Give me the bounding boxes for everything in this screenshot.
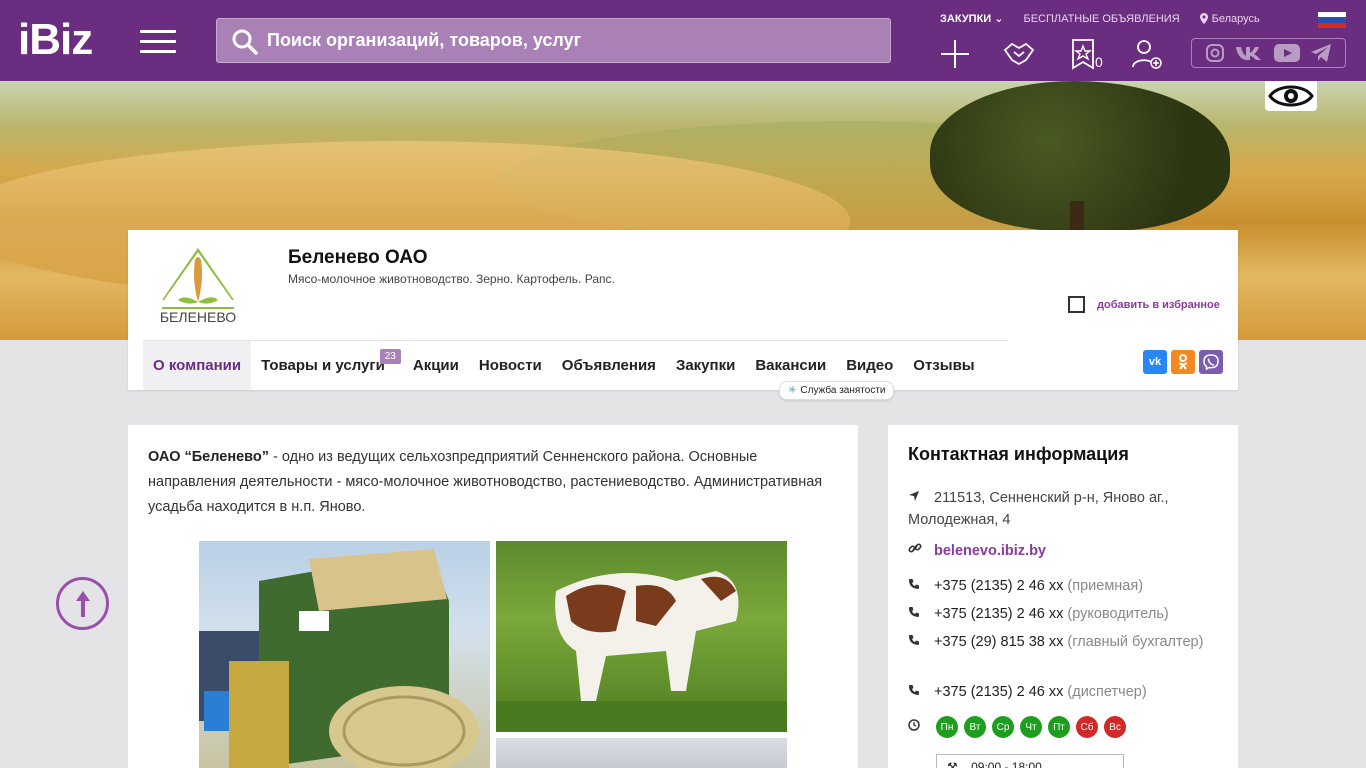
free-ads-link[interactable]: БЕСПЛАТНЫЕ ОБЪЯВЛЕНИЯ — [1023, 13, 1179, 25]
language-flag-icon[interactable] — [1318, 12, 1346, 28]
address-row: 211513, Сенненский р-н, Яново аг., Молод… — [908, 487, 1223, 531]
favorites-count: 0 — [1095, 54, 1103, 70]
navigation-arrow-icon — [908, 487, 934, 509]
company-subtitle: Мясо-молочное животноводство. Зерно. Кар… — [288, 272, 615, 286]
top-links: ЗАКУПКИ ⌄ БЕСПЛАТНЫЕ ОБЪЯВЛЕНИЯ Беларусь — [940, 12, 1260, 26]
products-count-badge: 23 — [379, 349, 401, 364]
phone-icon — [908, 681, 934, 703]
day-fri[interactable]: Пт — [1048, 716, 1070, 738]
arrow-up-icon — [75, 590, 90, 617]
site-logo[interactable]: iBiz — [18, 18, 93, 62]
menu-icon[interactable] — [140, 30, 176, 54]
company-logo-text: БЕЛЕНЕВО — [160, 309, 236, 325]
vk-share-icon[interactable]: vk — [1143, 350, 1167, 374]
tab-promotions[interactable]: Акции — [403, 341, 469, 390]
contact-heading: Контактная информация — [908, 444, 1129, 464]
social-links — [1191, 38, 1346, 68]
purchases-link[interactable]: ЗАКУПКИ ⌄ — [940, 12, 1003, 25]
instagram-icon[interactable] — [1205, 43, 1225, 63]
phone-note: (руководитель) — [1067, 606, 1169, 622]
about-text: ОАО “Беленево” - одно из ведущих сельхоз… — [148, 445, 828, 520]
about-section: ОАО “Беленево” - одно из ведущих сельхоз… — [128, 425, 858, 768]
working-hours: ⚒ 09:00 - 18:00 — [936, 754, 1124, 768]
company-card: БЕЛЕНЕВО Беленево ОАО Мясо-молочное живо… — [128, 230, 1238, 390]
phone-row: +375 (2135) 2 46 xx (диспетчер) — [908, 681, 1223, 703]
photo-baler[interactable] — [199, 541, 490, 768]
sparkle-icon: ✳ — [788, 385, 797, 396]
day-wed[interactable]: Ср — [992, 716, 1014, 738]
phone-number[interactable]: +375 (2135) 2 46 xx — [934, 578, 1063, 594]
phone-number[interactable]: +375 (29) 815 38 xx — [934, 634, 1063, 650]
viber-share-icon[interactable] — [1199, 350, 1223, 374]
phone-row: +375 (2135) 2 46 xx (приемная) — [908, 575, 1223, 597]
add-to-favorites-label: добавить в избранное — [1097, 298, 1220, 311]
handshake-icon[interactable] — [1002, 38, 1036, 70]
favorite-checkbox[interactable] — [1068, 296, 1085, 313]
youtube-icon[interactable] — [1273, 44, 1300, 62]
scroll-up-button[interactable] — [56, 577, 109, 630]
tab-reviews[interactable]: Отзывы — [903, 341, 984, 390]
phone-note: (диспетчер) — [1067, 684, 1147, 700]
photo-third[interactable] — [496, 738, 787, 768]
phone-row: +375 (2135) 2 46 xx (руководитель) — [908, 603, 1223, 625]
day-mon[interactable]: Пн — [936, 716, 958, 738]
region-selector[interactable]: Беларусь — [1199, 13, 1260, 25]
day-thu[interactable]: Чт — [1020, 716, 1042, 738]
tab-purchases[interactable]: Закупки — [666, 341, 745, 390]
tab-ads[interactable]: Объявления — [552, 341, 666, 390]
day-tue[interactable]: Вт — [964, 716, 986, 738]
website-link[interactable]: belenevo.ibiz.by — [934, 543, 1046, 559]
phone-row: +375 (29) 815 38 xx (главный бухгалтер) — [908, 631, 1223, 653]
plus-icon[interactable] — [938, 38, 972, 70]
day-sun[interactable]: Вс — [1104, 716, 1126, 738]
link-icon — [908, 540, 934, 562]
clock-icon — [908, 718, 930, 736]
chevron-down-icon: ⌄ — [994, 13, 1004, 25]
working-days: Пн Вт Ср Чт Пт Сб Вс — [908, 716, 1126, 738]
phone-number[interactable]: +375 (2135) 2 46 xx — [934, 684, 1063, 700]
add-to-favorites[interactable]: добавить в избранное — [1068, 296, 1220, 313]
visually-impaired-eye-icon[interactable] — [1265, 81, 1317, 111]
tab-about[interactable]: О компании — [143, 341, 252, 390]
employment-service-tooltip[interactable]: ✳ Служба занятости — [779, 381, 895, 400]
phone-icon — [908, 631, 934, 653]
contact-panel: Контактная информация 211513, Сенненский… — [888, 425, 1238, 768]
vk-icon[interactable] — [1235, 44, 1263, 62]
search-icon — [232, 29, 258, 55]
company-name-bold: ОАО “Беленево” — [148, 449, 269, 465]
telegram-icon[interactable] — [1310, 43, 1332, 63]
tools-icon: ⚒ — [947, 760, 958, 768]
company-logo: БЕЛЕНЕВО — [148, 240, 248, 340]
location-pin-icon — [1199, 13, 1208, 24]
photo-calf[interactable] — [496, 541, 787, 732]
add-user-icon[interactable] — [1130, 38, 1164, 70]
day-sat[interactable]: Сб — [1076, 716, 1098, 738]
website-row: belenevo.ibiz.by — [908, 540, 1223, 562]
tab-news[interactable]: Новости — [469, 341, 552, 390]
phone-note: (главный бухгалтер) — [1067, 634, 1204, 650]
top-bar: iBiz ЗАКУПКИ ⌄ БЕСПЛАТНЫЕ ОБЪЯВЛЕНИЯ Бел… — [0, 0, 1366, 81]
phone-icon — [908, 603, 934, 625]
header-actions — [938, 38, 1164, 70]
search-input[interactable] — [267, 19, 867, 62]
ok-share-icon[interactable] — [1171, 350, 1195, 374]
phone-icon — [908, 575, 934, 597]
phone-number[interactable]: +375 (2135) 2 46 xx — [934, 606, 1063, 622]
search-bar[interactable] — [216, 18, 891, 63]
phone-note: (приемная) — [1067, 578, 1144, 594]
tab-products[interactable]: Товары и услуги 23 — [251, 341, 401, 390]
share-buttons: vk — [1143, 350, 1223, 374]
company-title: Беленево ОАО — [288, 247, 428, 268]
